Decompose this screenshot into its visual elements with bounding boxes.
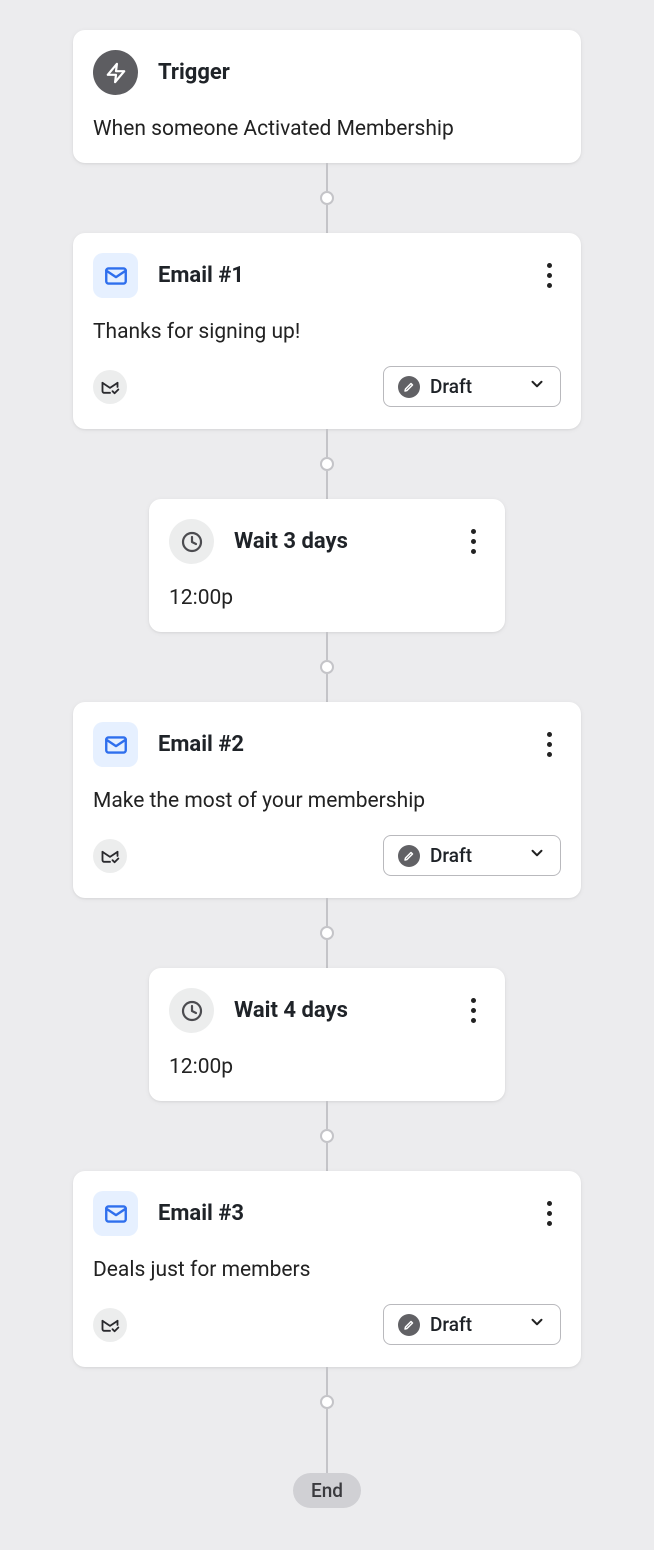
email-3-menu-button[interactable] — [537, 1195, 561, 1232]
wait-1-title: Wait 3 days — [234, 529, 348, 554]
chevron-down-icon — [528, 375, 546, 398]
connector — [320, 429, 334, 499]
wait-1-menu-button[interactable] — [461, 523, 485, 560]
wait-2-time: 12:00p — [169, 1055, 485, 1079]
email-3-card[interactable]: Email #3 Deals just for members Draft — [73, 1171, 581, 1367]
add-node[interactable] — [320, 191, 334, 205]
pencil-icon — [398, 1314, 420, 1336]
trigger-description: When someone Activated Membership — [93, 117, 561, 141]
add-node[interactable] — [320, 1129, 334, 1143]
wait-2-card[interactable]: Wait 4 days 12:00p — [149, 968, 505, 1101]
connector — [320, 1101, 334, 1171]
connector — [320, 1367, 334, 1475]
email-3-status-label: Draft — [430, 1313, 472, 1336]
clock-icon — [169, 988, 214, 1033]
mail-sent-icon — [93, 839, 127, 873]
email-2-status-label: Draft — [430, 844, 472, 867]
mail-icon — [93, 253, 138, 298]
email-1-card[interactable]: Email #1 Thanks for signing up! Draft — [73, 233, 581, 429]
email-2-card[interactable]: Email #2 Make the most of your membershi… — [73, 702, 581, 898]
email-1-menu-button[interactable] — [537, 257, 561, 294]
mail-icon — [93, 722, 138, 767]
chevron-down-icon — [528, 844, 546, 867]
trigger-title: Trigger — [158, 60, 230, 85]
email-3-title: Email #3 — [158, 1201, 244, 1226]
trigger-card[interactable]: Trigger When someone Activated Membershi… — [73, 30, 581, 163]
email-3-description: Deals just for members — [93, 1258, 561, 1282]
pencil-icon — [398, 376, 420, 398]
email-1-status-label: Draft — [430, 375, 472, 398]
email-1-title: Email #1 — [158, 263, 244, 288]
email-2-status-select[interactable]: Draft — [383, 835, 561, 876]
mail-sent-icon — [93, 1308, 127, 1342]
email-2-menu-button[interactable] — [537, 726, 561, 763]
email-2-title: Email #2 — [158, 732, 244, 757]
email-1-status-select[interactable]: Draft — [383, 366, 561, 407]
connector — [320, 163, 334, 233]
clock-icon — [169, 519, 214, 564]
mail-icon — [93, 1191, 138, 1236]
email-2-description: Make the most of your membership — [93, 789, 561, 813]
connector — [320, 898, 334, 968]
add-node[interactable] — [320, 660, 334, 674]
end-label: End — [293, 1473, 361, 1508]
email-1-description: Thanks for signing up! — [93, 320, 561, 344]
wait-1-time: 12:00p — [169, 586, 485, 610]
wait-1-card[interactable]: Wait 3 days 12:00p — [149, 499, 505, 632]
pencil-icon — [398, 845, 420, 867]
add-node[interactable] — [320, 1395, 334, 1409]
chevron-down-icon — [528, 1313, 546, 1336]
wait-2-menu-button[interactable] — [461, 992, 485, 1029]
lightning-icon — [93, 50, 138, 95]
mail-sent-icon — [93, 370, 127, 404]
add-node[interactable] — [320, 926, 334, 940]
wait-2-title: Wait 4 days — [234, 998, 348, 1023]
email-3-status-select[interactable]: Draft — [383, 1304, 561, 1345]
add-node[interactable] — [320, 457, 334, 471]
connector — [320, 632, 334, 702]
automation-flow: Trigger When someone Activated Membershi… — [0, 30, 654, 1508]
